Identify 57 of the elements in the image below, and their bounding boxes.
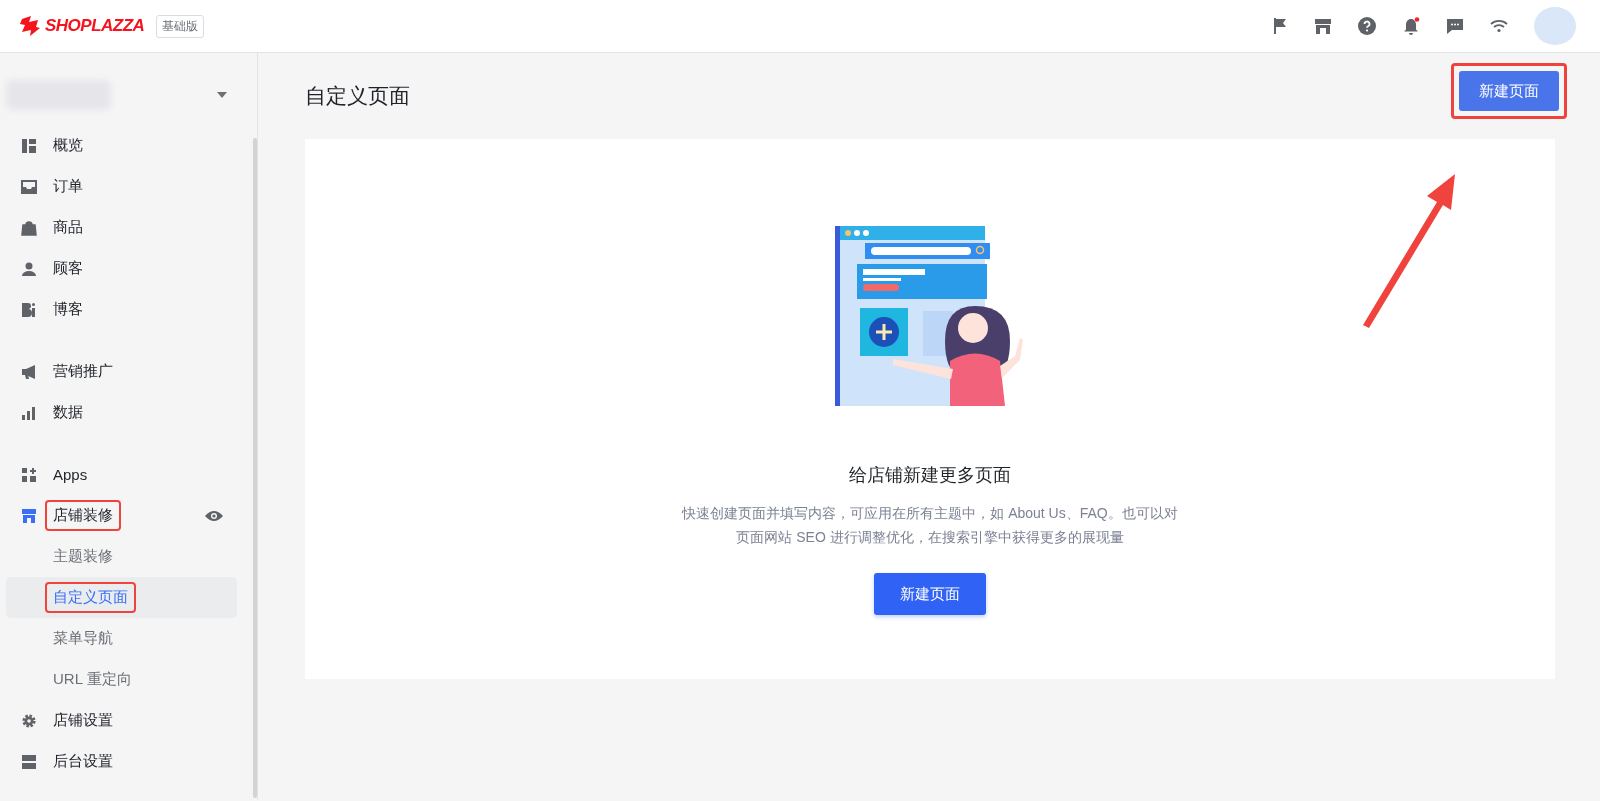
- sidebar-item[interactable]: 后台设置: [6, 741, 237, 782]
- scrollbar[interactable]: [253, 138, 257, 798]
- nav-label: 订单: [52, 176, 84, 196]
- chat-icon[interactable]: [1446, 17, 1464, 35]
- nav-label: 博客: [52, 299, 84, 319]
- sidebar-item[interactable]: 营销推广: [6, 351, 237, 392]
- empty-state-title: 给店铺新建更多页面: [849, 464, 1011, 487]
- logo-icon: [19, 15, 41, 37]
- nav-label: 数据: [52, 402, 84, 422]
- caret-icon: [217, 92, 227, 98]
- page-title: 自定义页面: [305, 83, 410, 109]
- sidebar-item[interactable]: 博客: [6, 289, 237, 330]
- wifi-icon: [1490, 19, 1508, 33]
- nav-label: URL 重定向: [52, 669, 133, 689]
- sidebar-subitem[interactable]: URL 重定向: [6, 659, 237, 700]
- nav-label: 商品: [52, 217, 84, 237]
- nav-label: 店铺设置: [52, 710, 114, 730]
- blog-icon: [21, 301, 37, 318]
- nav-label: Apps: [52, 465, 89, 485]
- sidebar-item[interactable]: 数据: [6, 392, 237, 433]
- nav-label: 概览: [52, 135, 84, 155]
- apps-icon: [21, 466, 37, 483]
- nav-label: 后台设置: [52, 751, 114, 771]
- nav-label: 店铺装修: [45, 500, 121, 531]
- nav-label: 营销推广: [52, 361, 114, 381]
- nav-label: 菜单导航: [52, 628, 114, 648]
- sidebar-item[interactable]: 订单: [6, 166, 237, 207]
- new-page-button[interactable]: 新建页面: [874, 573, 986, 615]
- sidebar-item[interactable]: 商品: [6, 207, 237, 248]
- sidebar-item[interactable]: 概览: [6, 125, 237, 166]
- notification-bell-icon[interactable]: [1402, 16, 1420, 36]
- sidebar-subitem[interactable]: 菜单导航: [6, 618, 237, 659]
- sidebar-subitem[interactable]: 自定义页面: [6, 577, 237, 618]
- store-icon[interactable]: [1314, 17, 1332, 35]
- sidebar-subitem[interactable]: 主题装修: [6, 536, 237, 577]
- sidebar-item[interactable]: 顾客: [6, 248, 237, 289]
- empty-state-description: 快速创建页面并填写内容，可应用在所有主题中，如 About Us、FAQ。也可以对页面网站 SEO 进行调整优化，在搜索引擎中获得更多的展现量: [680, 504, 1179, 547]
- server-icon: [21, 753, 37, 770]
- sidebar-item[interactable]: 店铺设置: [6, 700, 237, 741]
- new-page-button[interactable]: 新建页面: [1459, 71, 1559, 111]
- nav-label: 自定义页面: [45, 582, 136, 613]
- overview-icon: [21, 137, 37, 154]
- help-icon[interactable]: [1358, 17, 1376, 35]
- flag-icon[interactable]: [1272, 17, 1288, 35]
- megaphone-icon: [21, 363, 37, 380]
- bar-chart-icon: [21, 404, 37, 421]
- nav-label: 主题装修: [52, 546, 114, 566]
- inbox-icon: [21, 178, 37, 195]
- gear-icon: [21, 712, 37, 729]
- shopping-bag-icon: [21, 219, 37, 236]
- logo[interactable]: SHOPLAZZA: [45, 16, 145, 36]
- nav-label: 顾客: [52, 258, 84, 278]
- sidebar-item[interactable]: 店铺装修: [6, 495, 237, 536]
- eye-icon[interactable]: [205, 509, 223, 522]
- sidebar-item[interactable]: Apps: [6, 454, 237, 495]
- plan-badge: 基础版: [156, 14, 205, 38]
- person-icon: [21, 260, 37, 277]
